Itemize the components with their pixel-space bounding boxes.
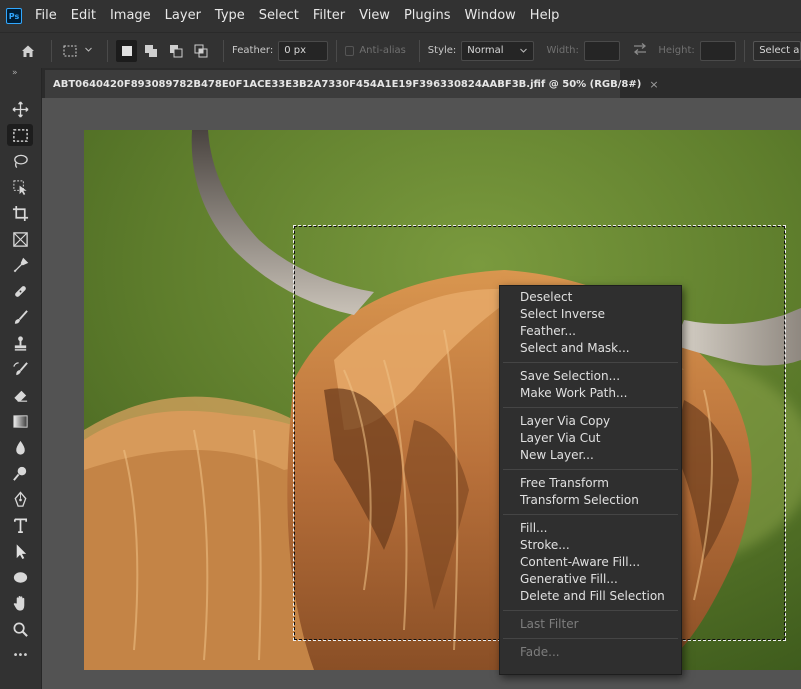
menu-help[interactable]: Help (523, 0, 567, 32)
menu-item-layer-via-cut[interactable]: Layer Via Cut (500, 430, 681, 447)
ellipse-tool-icon[interactable] (7, 566, 33, 588)
menu-item-delete-and-fill-selection[interactable]: Delete and Fill Selection (500, 588, 681, 605)
menu-item-make-work-path[interactable]: Make Work Path... (500, 385, 681, 402)
menu-layer[interactable]: Layer (158, 0, 208, 32)
antialias-checkbox[interactable] (344, 45, 355, 56)
feather-input[interactable]: 0 px (278, 40, 328, 61)
gradient-tool-icon[interactable] (7, 410, 33, 432)
menu-file[interactable]: File (28, 0, 64, 32)
pen-tool-icon[interactable] (7, 488, 33, 510)
add-to-selection-icon[interactable] (141, 40, 162, 62)
more-tools-icon[interactable]: ••• (7, 644, 33, 666)
eyedropper-tool-icon[interactable] (7, 254, 33, 276)
options-bar: Feather: 0 px Anti-alias Style: Normal W… (0, 32, 801, 68)
subtract-from-selection-icon[interactable] (166, 40, 187, 62)
menu-item-generative-fill[interactable]: Generative Fill... (500, 571, 681, 588)
chevron-down-icon (520, 48, 528, 53)
collapse-panel-icon[interactable]: » (12, 68, 18, 78)
menu-plugins[interactable]: Plugins (397, 0, 458, 32)
lasso-tool-icon[interactable] (7, 150, 33, 172)
divider (50, 39, 52, 62)
menu-item-select-inverse[interactable]: Select Inverse (500, 306, 681, 323)
height-input[interactable] (699, 40, 737, 61)
height-label: Height: (658, 45, 695, 56)
menu-item-layer-via-copy[interactable]: Layer Via Copy (500, 413, 681, 430)
menu-filter[interactable]: Filter (306, 0, 352, 32)
antialias-label: Anti-alias (359, 45, 406, 56)
move-tool-icon[interactable] (7, 98, 33, 120)
menu-separator (503, 362, 678, 363)
divider (107, 39, 109, 62)
close-icon[interactable]: × (649, 78, 658, 91)
menu-separator (503, 514, 678, 515)
healing-brush-tool-icon[interactable] (7, 280, 33, 302)
divider (223, 39, 225, 62)
context-menu: Deselect Select Inverse Feather... Selec… (499, 285, 682, 675)
menu-separator (503, 610, 678, 611)
frame-tool-icon[interactable] (7, 228, 33, 250)
menu-select[interactable]: Select (252, 0, 306, 32)
object-selection-tool-icon[interactable] (7, 176, 33, 198)
menu-bar: Ps File Edit Image Layer Type Select Fil… (0, 0, 801, 32)
menu-item-select-and-mask[interactable]: Select and Mask... (500, 340, 681, 357)
tools-panel: » ••• (0, 68, 42, 689)
menu-separator (503, 638, 678, 639)
feather-label: Feather: (232, 45, 274, 56)
home-icon[interactable] (18, 40, 39, 62)
divider (335, 39, 337, 62)
width-input[interactable] (583, 40, 621, 61)
divider (418, 39, 420, 62)
crop-tool-icon[interactable] (7, 202, 33, 224)
clone-stamp-tool-icon[interactable] (7, 332, 33, 354)
type-tool-icon[interactable] (7, 514, 33, 536)
chevron-down-icon[interactable] (84, 45, 93, 57)
menu-item-free-transform[interactable]: Free Transform (500, 475, 681, 492)
blur-tool-icon[interactable] (7, 436, 33, 458)
width-label: Width: (546, 45, 579, 56)
style-label: Style: (427, 45, 457, 56)
document-tab[interactable]: ABT0640420F893089782B478E0F1ACE33E3B2A73… (45, 70, 659, 98)
document-tab-title: ABT0640420F893089782B478E0F1ACE33E3B2A73… (53, 78, 642, 90)
swap-dimensions-icon[interactable] (632, 42, 648, 59)
rectangular-marquee-tool-icon[interactable] (7, 124, 33, 146)
zoom-tool-icon[interactable] (7, 618, 33, 640)
photoshop-logo-icon[interactable]: Ps (6, 8, 22, 24)
style-select-value: Normal (467, 45, 504, 56)
menu-edit[interactable]: Edit (64, 0, 103, 32)
menu-item-last-filter: Last Filter (520, 617, 579, 631)
divider (744, 39, 746, 62)
menu-separator (503, 469, 678, 470)
menu-item-fill[interactable]: Fill... (500, 520, 681, 537)
menu-item-fade: Fade... (520, 645, 560, 659)
document-tab-bar: ABT0640420F893089782B478E0F1ACE33E3B2A73… (42, 68, 801, 98)
select-subject-button[interactable]: Select a (753, 40, 801, 61)
eraser-tool-icon[interactable] (7, 384, 33, 406)
menu-image[interactable]: Image (103, 0, 158, 32)
brush-tool-icon[interactable] (7, 306, 33, 328)
new-selection-icon[interactable] (116, 39, 137, 62)
menu-type[interactable]: Type (208, 0, 252, 32)
menu-item-content-aware-fill[interactable]: Content-Aware Fill... (500, 554, 681, 571)
marquee-preset-icon[interactable] (60, 40, 81, 62)
intersect-selection-icon[interactable] (190, 40, 211, 62)
menu-separator (503, 407, 678, 408)
menu-view[interactable]: View (352, 0, 397, 32)
menu-item-new-layer[interactable]: New Layer... (500, 447, 681, 464)
menu-window[interactable]: Window (458, 0, 523, 32)
style-select[interactable]: Normal (461, 40, 535, 61)
menu-item-deselect[interactable]: Deselect (500, 289, 681, 306)
menu-item-feather[interactable]: Feather... (500, 323, 681, 340)
menu-item-save-selection[interactable]: Save Selection... (500, 368, 681, 385)
menu-item-transform-selection[interactable]: Transform Selection (500, 492, 681, 509)
dodge-tool-icon[interactable] (7, 462, 33, 484)
history-brush-tool-icon[interactable] (7, 358, 33, 380)
menu-item-stroke[interactable]: Stroke... (500, 537, 681, 554)
path-selection-tool-icon[interactable] (7, 540, 33, 562)
hand-tool-icon[interactable] (7, 592, 33, 614)
